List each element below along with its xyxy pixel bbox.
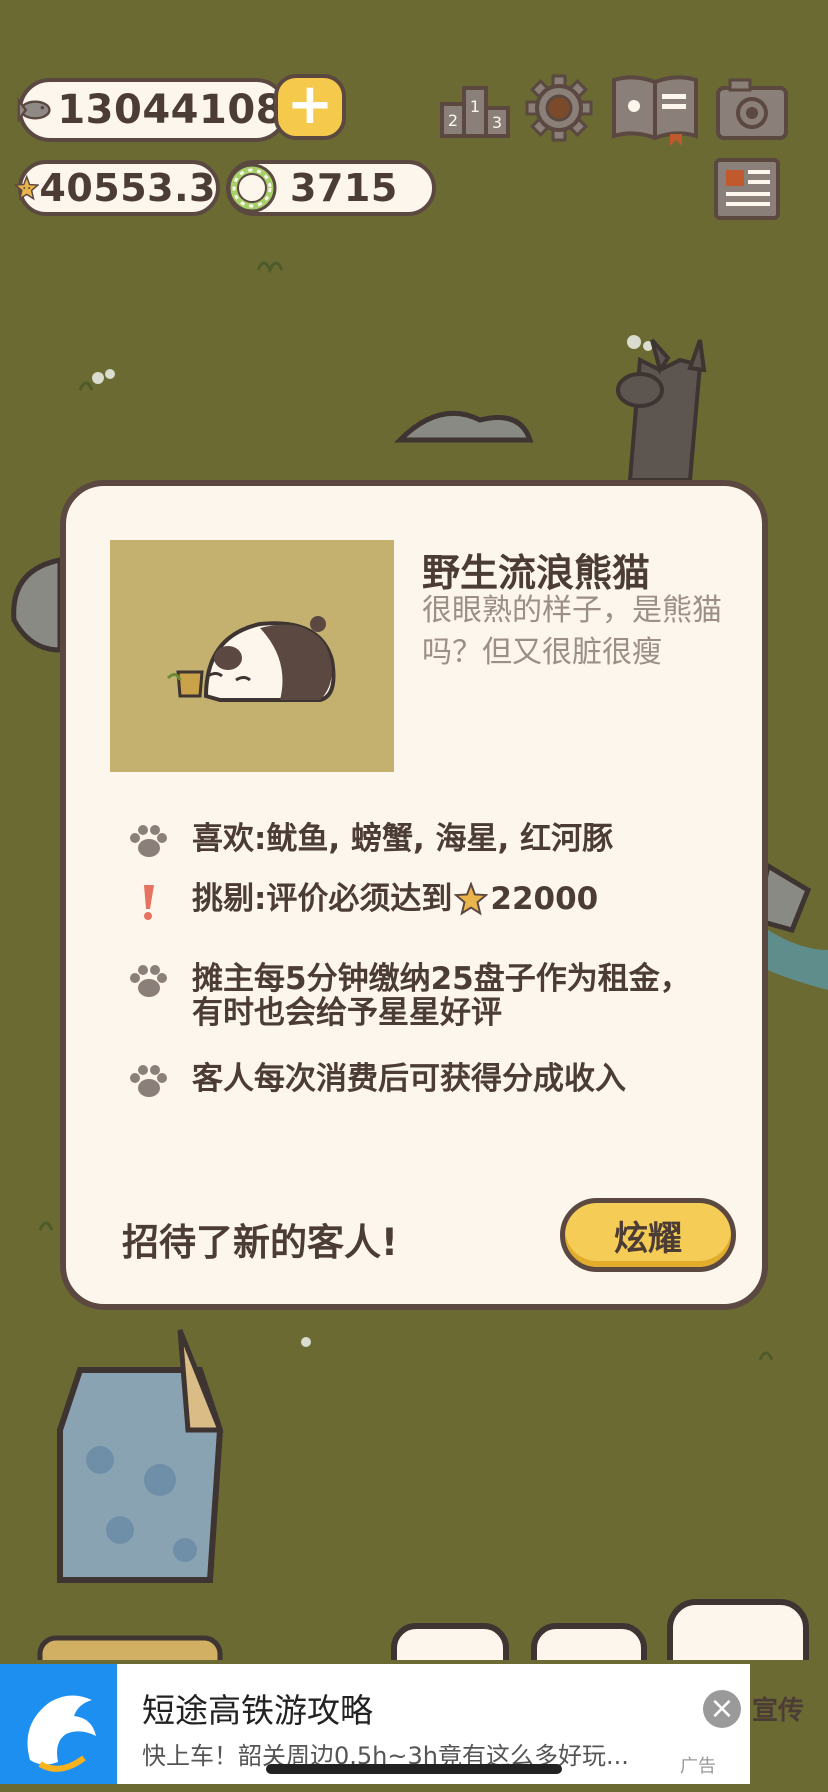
home-indicator[interactable]	[266, 1764, 562, 1774]
book-icon	[612, 75, 698, 146]
camera-button[interactable]	[714, 76, 790, 142]
star-count: 40553.3	[39, 166, 216, 210]
svg-text:1: 1	[470, 97, 480, 116]
podium-icon: 2 1 3	[440, 86, 510, 138]
customer-name: 野生流浪熊猫	[422, 551, 651, 595]
new-customer-dialog: 野生流浪熊猫 很眼熟的样子，是熊猫吗？但又很脏很瘦 喜欢:鱿鱼, 螃蟹, 海星,…	[60, 480, 768, 1310]
paw-icon	[128, 1062, 168, 1102]
coin-count: 3715	[290, 166, 398, 210]
trait-text: 挑剔:评价必须达到 22000	[192, 882, 598, 916]
paw-icon	[128, 962, 168, 1002]
trait-picky: 挑剔:评价必须达到 22000	[128, 882, 598, 922]
camera-icon	[716, 78, 788, 140]
show-off-label: 炫耀	[614, 1218, 682, 1259]
svg-text:2: 2	[448, 111, 458, 130]
close-icon: ×	[709, 1691, 735, 1726]
trait-income: 客人每次消费后可获得分成收入	[128, 1062, 626, 1102]
promote-button-label[interactable]: 宣传	[752, 1690, 804, 1727]
dolphin-icon	[27, 1695, 96, 1772]
trait-text: 摊主每5分钟缴纳25盘子作为租金，有时也会给予星星好评	[192, 961, 691, 1031]
customer-portrait	[110, 540, 394, 772]
welcome-message: 招待了新的客人!	[122, 1221, 398, 1264]
panda-portrait-image	[166, 616, 336, 702]
fish-count: 13044108	[57, 87, 284, 133]
news-button[interactable]	[712, 156, 782, 222]
catalog-button[interactable]	[610, 72, 700, 146]
plus-icon: +	[286, 72, 334, 137]
milk-carton	[57, 1329, 224, 1583]
gear-icon	[525, 74, 593, 142]
svg-text:3: 3	[492, 113, 502, 132]
star-counter: 40553.3	[14, 160, 220, 216]
fish-counter: 13044108	[17, 78, 288, 142]
ad-tag: 广告	[680, 1756, 716, 1777]
newspaper-icon	[714, 158, 780, 220]
paw-icon	[128, 822, 168, 862]
coin-counter: 3715	[226, 160, 436, 216]
fish-icon	[17, 97, 51, 123]
ranking-button[interactable]: 2 1 3	[438, 74, 512, 142]
trait-rent: 摊主每5分钟缴纳25盘子作为租金，有时也会给予星星好评	[128, 962, 712, 1030]
exclamation-icon	[128, 882, 168, 922]
star-icon	[454, 882, 489, 916]
ad-logo	[0, 1664, 117, 1784]
trait-text: 喜欢:鱿鱼, 螃蟹, 海星, 红河豚	[192, 821, 614, 857]
ad-title: 短途高铁游攻略	[142, 1691, 373, 1730]
buy-fish-button[interactable]: +	[274, 74, 346, 140]
settings-button[interactable]	[522, 74, 596, 142]
show-off-button[interactable]: 炫耀	[560, 1198, 736, 1272]
trait-likes: 喜欢:鱿鱼, 螃蟹, 海星, 红河豚	[128, 822, 613, 862]
dog-figure	[616, 338, 707, 482]
picky-value: 22000	[490, 881, 599, 917]
customer-description: 很眼熟的样子，是熊猫吗？但又很脏很瘦	[422, 593, 722, 670]
ad-close-button[interactable]: ×	[703, 1690, 741, 1728]
picky-label: 挑剔:评价必须达到	[192, 881, 453, 917]
star-icon	[14, 174, 40, 201]
trait-text: 客人每次消费后可获得分成收入	[192, 1061, 626, 1097]
coin-icon	[227, 163, 277, 213]
